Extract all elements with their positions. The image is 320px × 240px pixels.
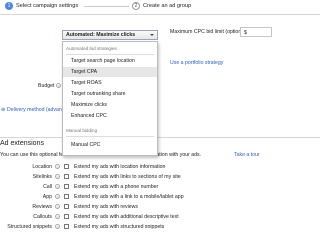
menu-divider — [66, 136, 154, 137]
extension-label: Structured snippets — [7, 224, 52, 230]
help-icon[interactable]: ? — [55, 184, 60, 190]
help-icon[interactable]: ? — [55, 174, 60, 180]
location-checkbox[interactable] — [64, 164, 69, 169]
extension-label: Location — [32, 164, 52, 170]
menu-header-manual: Manual bidding — [66, 128, 98, 133]
extension-label: Callouts — [33, 214, 52, 220]
step-1-label: Select campaign settings — [16, 3, 79, 9]
step-2-label[interactable]: Create an ad group — [143, 3, 191, 9]
max-cpc-label: Maximum CPC bid limit (optional) — [170, 29, 247, 35]
help-icon[interactable]: ? — [55, 214, 60, 220]
help-icon[interactable]: ? — [55, 204, 60, 210]
menu-divider — [66, 54, 154, 55]
extension-description: Extend my ads with a phone number — [74, 184, 159, 190]
take-a-tour-link[interactable]: Take a tour — [234, 152, 260, 158]
budget-label: Budget — [38, 83, 55, 89]
menu-item-enhanced-cpc[interactable]: Enhanced CPC — [63, 111, 157, 121]
extension-description: Extend my ads with links to sections of … — [74, 174, 181, 180]
currency-symbol: $ — [244, 29, 247, 36]
extension-label: Reviews — [32, 204, 52, 210]
step-1-number: 1 — [5, 2, 13, 10]
extension-description: Extend my ads with a link to a mobile/ta… — [74, 194, 184, 200]
menu-item-target-roas[interactable]: Target ROAS — [63, 78, 157, 88]
step-connector — [84, 6, 129, 7]
menu-item-manual-cpc[interactable]: Manual CPC — [63, 140, 157, 150]
reviews-checkbox[interactable] — [64, 204, 69, 209]
help-icon[interactable]: ? — [55, 224, 60, 230]
ad-extensions-title: Ad extensions — [0, 140, 44, 147]
call-checkbox[interactable] — [64, 184, 69, 189]
delivery-method-toggle-icon[interactable]: ⊕ — [1, 107, 5, 113]
section-divider — [0, 137, 320, 138]
help-icon[interactable]: ? — [56, 83, 61, 89]
menu-item-target-search-page-location[interactable]: Target search page location — [63, 56, 157, 66]
extension-label: Sitelinks — [32, 174, 52, 180]
bid-strategy-dropdown[interactable]: Automated: Maximize clicks — [62, 30, 158, 40]
extension-description: Extend my ads with reviews — [74, 204, 139, 210]
extension-description: Extend my ads with location information — [74, 164, 166, 170]
bid-strategy-selected: Automated: Maximize clicks — [66, 32, 136, 38]
menu-header-automated: Automated bid strategies — [66, 46, 117, 51]
callouts-checkbox[interactable] — [64, 214, 69, 219]
sitelinks-checkbox[interactable] — [64, 174, 69, 179]
help-icon[interactable]: ? — [55, 164, 60, 170]
extension-label: App — [42, 194, 52, 200]
header-divider — [0, 14, 320, 15]
app-checkbox[interactable] — [64, 194, 69, 199]
menu-item-target-cpa[interactable]: Target CPA — [63, 67, 157, 77]
extension-label: Call — [43, 184, 52, 190]
step-2-number: 2 — [132, 2, 140, 10]
delivery-method-link[interactable]: Delivery method (advance — [7, 107, 67, 113]
portfolio-strategy-link[interactable]: Use a portfolio strategy — [170, 60, 223, 66]
bid-strategy-menu: Automated bid strategies Target search p… — [62, 41, 158, 156]
max-cpc-input[interactable]: $ — [240, 27, 272, 37]
extension-description: Extend my ads with structured snippets — [74, 224, 165, 230]
extension-description: Extend my ads with additional descriptiv… — [74, 214, 179, 220]
structured-snippets-checkbox[interactable] — [64, 224, 69, 229]
menu-item-target-outranking-share[interactable]: Target outranking share — [63, 89, 157, 99]
help-icon[interactable]: ? — [55, 194, 60, 200]
chevron-down-icon — [150, 34, 154, 36]
menu-item-maximize-clicks[interactable]: Maximize clicks — [63, 100, 157, 110]
